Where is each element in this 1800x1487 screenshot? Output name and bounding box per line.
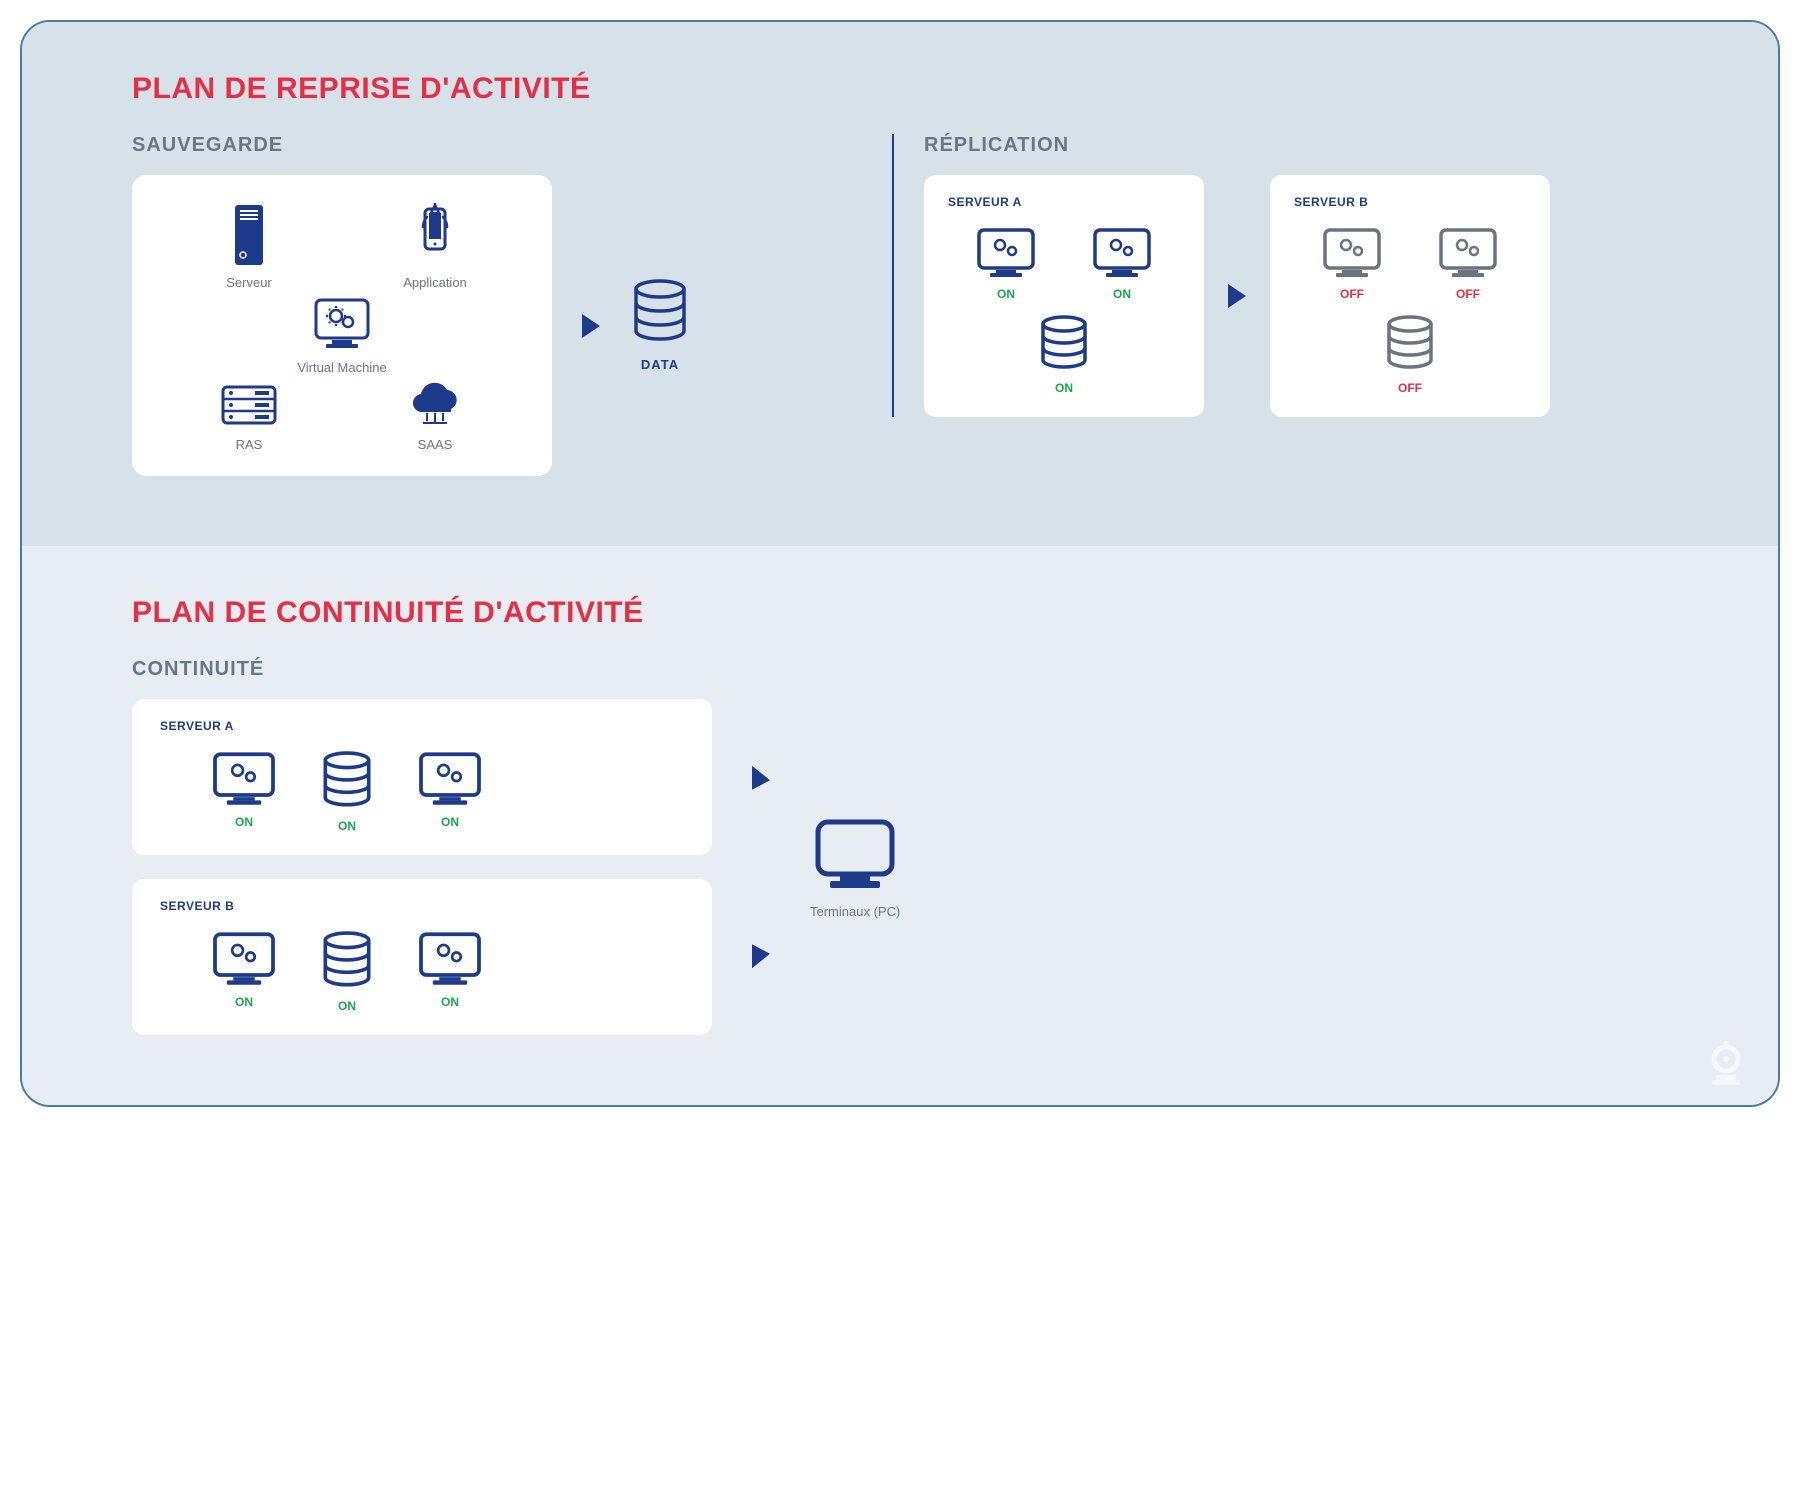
ras-icon (217, 381, 281, 429)
server-b-card: SERVEUR B OFF OFF (1270, 175, 1550, 417)
replication-section: RÉPLICATION SERVEUR A ON ON (892, 134, 1668, 417)
data-label: DATA (641, 357, 679, 372)
continuity-server-a-card: SERVEUR A ON ON ON (132, 699, 712, 855)
item-application: Application (360, 203, 510, 290)
sauvegarde-card: Serveur Application Virtual (132, 175, 552, 476)
terminal-label: Terminaux (PC) (810, 904, 900, 919)
server-b-db: OFF (1383, 315, 1437, 395)
server-b-title: SERVEUR B (1294, 195, 1526, 209)
database-icon (318, 751, 376, 813)
database-icon (1037, 315, 1091, 375)
server-a-db: ON (1037, 315, 1091, 395)
arrow-right-icon (1228, 284, 1246, 308)
item-ras-label: RAS (236, 437, 263, 452)
item-saas-label: SAAS (418, 437, 453, 452)
replication-label: RÉPLICATION (924, 134, 1668, 157)
item-serveur: Serveur (174, 203, 324, 290)
status-on-label: ON (1055, 381, 1073, 395)
cont-a-m2: ON (416, 751, 484, 833)
status-on-label: ON (441, 815, 459, 829)
monitor-gear-icon (1321, 227, 1383, 281)
server-a-m1: ON (975, 227, 1037, 301)
cont-b-m1: ON (210, 931, 278, 1013)
arrows-column (752, 707, 770, 1027)
monitor-gear-icon (210, 751, 278, 809)
arrow-right-icon (752, 766, 770, 793)
item-vm: Virtual Machine (267, 296, 417, 375)
sauvegarde-label: SAUVEGARDE (132, 134, 862, 157)
server-b-m2: OFF (1437, 227, 1499, 301)
monitor-gear-icon (210, 931, 278, 989)
panel-reprise: PLAN DE REPRISE D'ACTIVITÉ SAUVEGARDE Se… (22, 22, 1778, 546)
terminal-block: Terminaux (PC) (810, 816, 900, 919)
database-icon (318, 931, 376, 993)
arrow-right-icon (582, 314, 600, 338)
server-a-m2: ON (1091, 227, 1153, 301)
status-on-label: ON (441, 995, 459, 1009)
cont-b-m2: ON (416, 931, 484, 1013)
server-a-title: SERVEUR A (948, 195, 1180, 209)
continuity-server-a-title: SERVEUR A (160, 719, 684, 733)
status-off-label: OFF (1456, 287, 1480, 301)
status-on-label: ON (1113, 287, 1131, 301)
status-on-label: ON (235, 815, 253, 829)
cont-a-db: ON (318, 751, 376, 833)
status-off-label: OFF (1340, 287, 1364, 301)
status-on-label: ON (338, 819, 356, 833)
status-off-label: OFF (1398, 381, 1422, 395)
cont-b-db: ON (318, 931, 376, 1013)
watermark-logo-icon (1704, 1041, 1748, 1085)
sauvegarde-section: SAUVEGARDE Serveur Applicat (132, 134, 862, 476)
database-icon (1383, 315, 1437, 375)
database-icon (630, 279, 690, 347)
panel-continuite: PLAN DE CONTINUITÉ D'ACTIVITÉ CONTINUITÉ… (22, 546, 1778, 1105)
item-vm-label: Virtual Machine (297, 360, 386, 375)
monitor-gear-icon (975, 227, 1037, 281)
server-a-card: SERVEUR A ON ON (924, 175, 1204, 417)
monitor-gear-icon (1091, 227, 1153, 281)
monitor-gear-icon (416, 751, 484, 809)
continuity-server-b-title: SERVEUR B (160, 899, 684, 913)
status-on-label: ON (338, 999, 356, 1013)
item-ras: RAS (174, 381, 324, 452)
server-b-m1: OFF (1321, 227, 1383, 301)
application-icon (413, 203, 457, 267)
saas-cloud-icon (405, 381, 465, 429)
monitor-gear-icon (416, 931, 484, 989)
status-on-label: ON (235, 995, 253, 1009)
status-on-label: ON (997, 287, 1015, 301)
continuity-label: CONTINUITÉ (132, 658, 1668, 681)
title-continuite: PLAN DE CONTINUITÉ D'ACTIVITÉ (132, 596, 1668, 630)
item-serveur-label: Serveur (226, 275, 272, 290)
cont-a-m1: ON (210, 751, 278, 833)
server-tower-icon (229, 203, 269, 267)
arrow-right-icon (752, 942, 770, 969)
item-application-label: Application (403, 275, 467, 290)
vm-icon (310, 296, 374, 352)
title-reprise: PLAN DE REPRISE D'ACTIVITÉ (132, 72, 1668, 106)
item-saas: SAAS (360, 381, 510, 452)
data-block: DATA (630, 279, 690, 372)
terminal-icon (810, 816, 900, 894)
monitor-gear-icon (1437, 227, 1499, 281)
continuity-server-b-card: SERVEUR B ON ON ON (132, 879, 712, 1035)
